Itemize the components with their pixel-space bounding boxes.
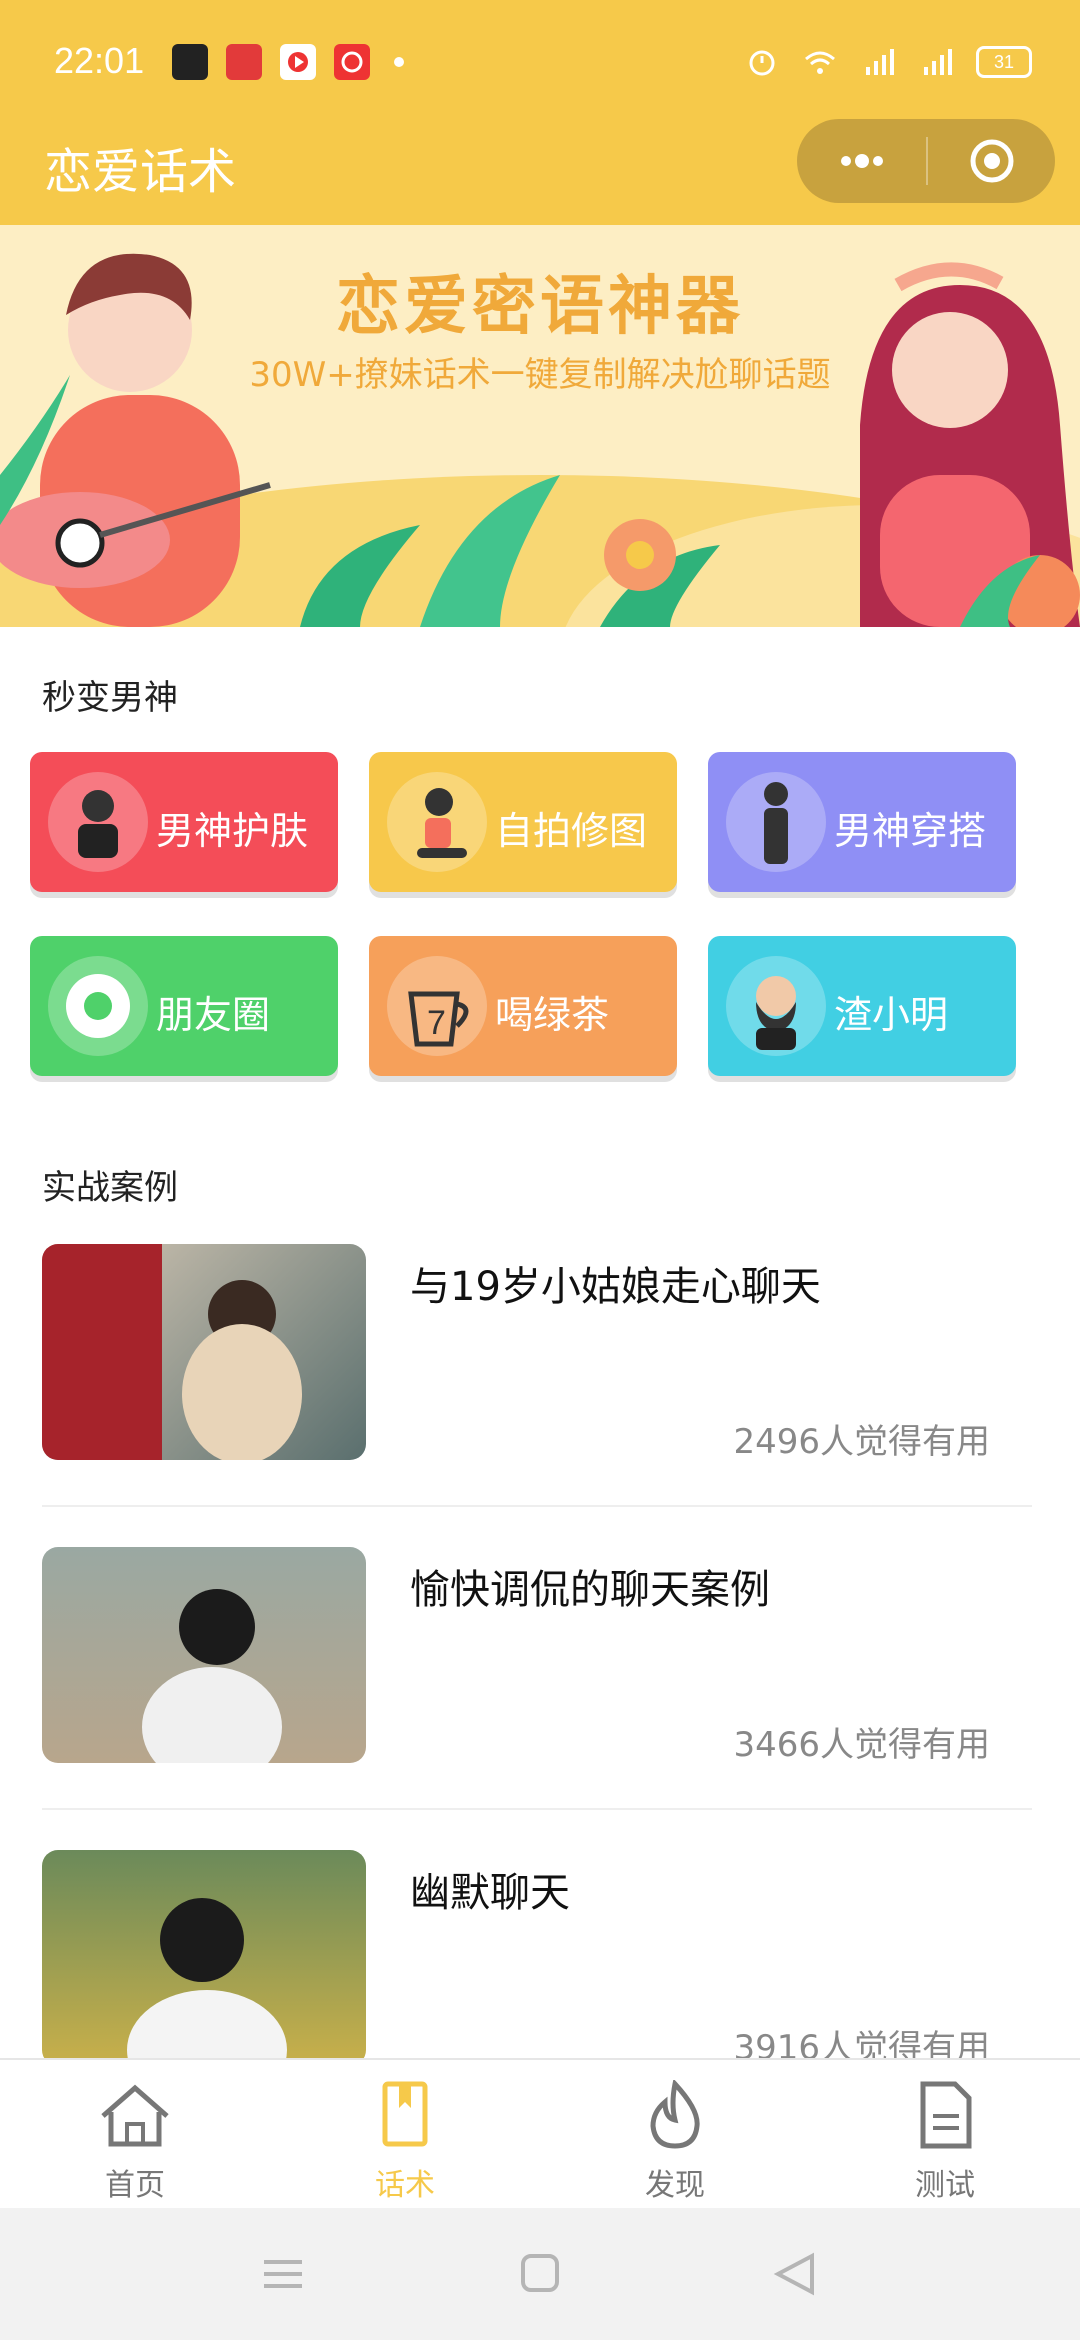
more-button[interactable] — [797, 119, 926, 203]
section-title-men: 秒变男神 — [42, 678, 178, 718]
miniprogram-capsule — [797, 119, 1055, 203]
card-label: 男神穿搭 — [834, 809, 987, 853]
video-app-icon — [280, 44, 316, 80]
case-item[interactable]: 与19岁小姑娘走心聊天 2496人觉得有用 — [42, 1244, 1032, 1546]
target-close-icon — [970, 139, 1013, 183]
card-label: 男神护肤 — [156, 809, 309, 853]
tab-label: 话术 — [375, 2168, 435, 2203]
card-label: 喝绿茶 — [495, 993, 610, 1037]
camera-aperture-icon — [48, 956, 148, 1056]
menu-nav-icon[interactable] — [264, 2260, 302, 2288]
card-green-tea[interactable]: 7 喝绿茶 — [369, 936, 677, 1076]
card-moments[interactable]: 朋友圈 — [30, 936, 338, 1076]
case-title: 幽默聊天 — [410, 1870, 570, 1916]
more-dots-icon — [840, 154, 883, 168]
outfit-avatar-icon — [726, 772, 826, 872]
alarm-icon — [749, 50, 775, 76]
divider — [42, 1808, 1032, 1810]
card-label: 渣小明 — [834, 993, 949, 1037]
tab-label: 发现 — [645, 2168, 705, 2203]
signal-3g-icon — [866, 49, 894, 75]
card-label: 自拍修图 — [495, 809, 648, 853]
card-selfie-edit[interactable]: 自拍修图 — [369, 752, 677, 892]
document-icon — [920, 2081, 972, 2149]
bottom-tab-bar: 首页 话术 发现 测试 — [0, 2058, 1080, 2210]
status-time: 22:01 — [54, 40, 145, 81]
notification-dot — [394, 57, 404, 67]
book-icon — [382, 2081, 428, 2147]
close-miniprogram-button[interactable] — [928, 119, 1055, 203]
tab-discover[interactable]: 发现 — [615, 2078, 735, 2204]
soul-app-icon — [172, 44, 208, 80]
case-helpful-count: 2496人觉得有用 — [733, 1422, 990, 1462]
wifi-icon — [805, 51, 835, 74]
status-app-icons — [172, 44, 404, 80]
tab-test[interactable]: 测试 — [885, 2080, 1005, 2204]
divider — [42, 1505, 1032, 1507]
back-nav-icon[interactable] — [773, 2252, 814, 2296]
signal-4g-icon — [924, 49, 952, 75]
promo-banner[interactable]: 恋爱密语神器 30W+撩妹话术一键复制解决尬聊话题 — [0, 225, 1080, 627]
selfie-avatar-icon — [387, 772, 487, 872]
home-icon — [101, 2084, 169, 2147]
status-right-icons: 31 — [744, 46, 1032, 78]
case-helpful-count: 3466人觉得有用 — [733, 1725, 990, 1765]
card-skincare[interactable]: 男神护肤 — [30, 752, 338, 892]
bearded-man-icon — [726, 956, 826, 1056]
case-title: 愉快调侃的聊天案例 — [410, 1567, 770, 1613]
home-nav-icon[interactable] — [521, 2254, 559, 2292]
tab-label: 首页 — [105, 2168, 165, 2203]
system-navigation-bar — [0, 2208, 1080, 2340]
app-icon — [226, 44, 262, 80]
case-title: 与19岁小姑娘走心聊天 — [410, 1264, 821, 1310]
page-title: 恋爱话术 — [44, 144, 237, 200]
section-title-cases: 实战案例 — [42, 1168, 178, 1208]
case-item[interactable]: 愉快调侃的聊天案例 3466人觉得有用 — [42, 1547, 1032, 1849]
case-thumbnail — [42, 1244, 366, 1460]
banner-title: 恋爱密语神器 — [336, 269, 744, 344]
tab-label: 测试 — [915, 2168, 975, 2203]
banner-subtitle: 30W+撩妹话术一键复制解决尬聊话题 — [249, 355, 831, 395]
flame-icon — [650, 2078, 700, 2149]
card-label: 朋友圈 — [156, 993, 271, 1037]
skincare-avatar-icon — [48, 772, 148, 872]
case-thumbnail — [42, 1547, 366, 1763]
header: 22:01 31 恋爱话术 — [0, 0, 1080, 225]
card-playboy[interactable]: 渣小明 — [708, 936, 1016, 1076]
case-thumbnail — [42, 1850, 366, 2066]
card-outfit[interactable]: 男神穿搭 — [708, 752, 1016, 892]
music-app-icon — [334, 44, 370, 80]
tab-home[interactable]: 首页 — [75, 2080, 195, 2204]
tab-scripts[interactable]: 话术 — [345, 2080, 465, 2204]
battery-indicator: 31 — [976, 46, 1032, 78]
svg-text:7: 7 — [427, 1004, 446, 1042]
tea-cup-icon: 7 — [387, 956, 487, 1056]
